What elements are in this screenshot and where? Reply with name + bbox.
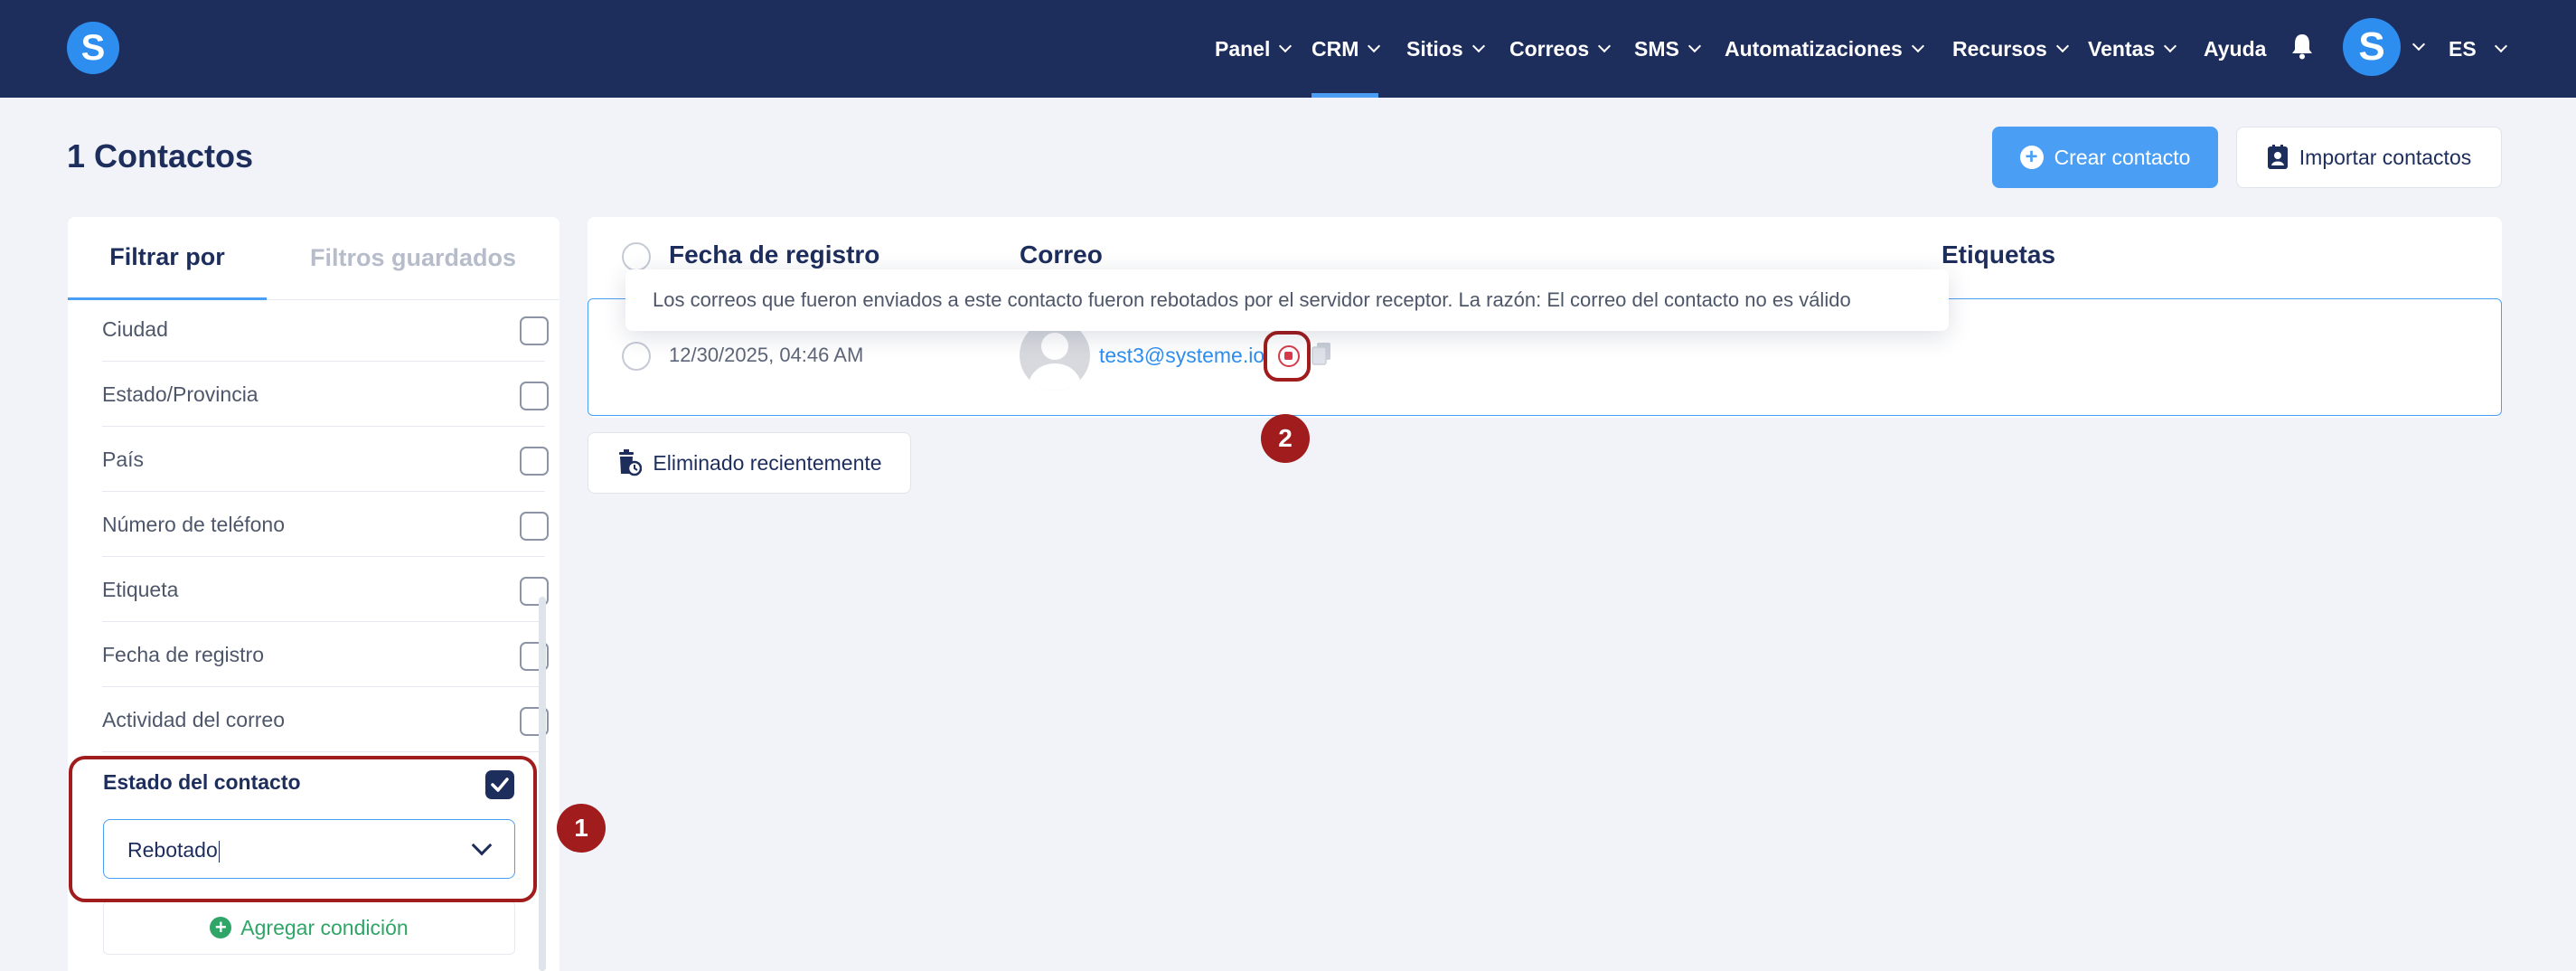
language-label: ES	[2449, 36, 2477, 61]
nav-item-recursos[interactable]: Recursos	[1952, 0, 2069, 98]
chevron-down-icon	[1279, 39, 1293, 53]
plus-circle-icon: +	[210, 917, 232, 938]
chevron-down-icon	[1471, 39, 1485, 53]
filter-checkbox[interactable]	[520, 512, 549, 541]
nav-item-label: SMS	[1634, 36, 1679, 61]
copy-icon[interactable]	[1311, 342, 1332, 367]
nav-item-label: Panel	[1215, 36, 1271, 61]
annotation-marker-2: 2	[1261, 414, 1310, 463]
row-registration-date: 12/30/2025, 04:46 AM	[669, 344, 864, 366]
filter-row-pais: País	[102, 427, 549, 492]
chevron-down-icon	[1911, 39, 1924, 53]
nav-item-panel[interactable]: Panel	[1215, 0, 1293, 98]
nav-item-label: CRM	[1312, 36, 1359, 61]
tab-filter-by[interactable]: Filtrar por	[68, 217, 267, 300]
row-email-link[interactable]: test3@systeme.io	[1099, 344, 1264, 368]
chevron-down-icon	[1688, 39, 1701, 53]
nav-item-label: Sitios	[1406, 36, 1463, 61]
tab-saved-filters[interactable]: Filtros guardados	[267, 217, 559, 300]
nav-item-label: Ventas	[2088, 36, 2156, 61]
column-header-tags[interactable]: Etiquetas	[1941, 240, 2055, 269]
nav-item-sitios[interactable]: Sitios	[1406, 0, 1485, 98]
filter-label: Estado/Provincia	[102, 382, 259, 406]
annotation-highlight-2	[1264, 331, 1311, 382]
column-header-date[interactable]: Fecha de registro	[669, 240, 879, 269]
language-selector[interactable]: ES	[2449, 0, 2507, 98]
filter-row-telefono: Número de teléfono	[102, 492, 549, 557]
top-navigation-bar: S Panel CRM Sitios Correos SMS Automatiz…	[0, 0, 2576, 98]
filter-label: Fecha de registro	[102, 643, 264, 666]
nav-item-sms[interactable]: SMS	[1634, 0, 1701, 98]
recently-deleted-label: Eliminado recientemente	[653, 450, 882, 475]
column-header-email[interactable]: Correo	[1020, 240, 1103, 269]
nav-item-label: Recursos	[1952, 36, 2047, 61]
filter-checkbox[interactable]	[520, 382, 549, 410]
filter-row-etiqueta: Etiqueta	[102, 557, 549, 622]
nav-item-label: Correos	[1509, 36, 1590, 61]
create-contact-button[interactable]: + Crear contacto	[1992, 127, 2218, 188]
user-avatar[interactable]: S	[2343, 18, 2401, 76]
add-condition-label: Agregar condición	[240, 915, 409, 939]
filter-row-fecha-registro: Fecha de registro	[102, 622, 549, 687]
chevron-down-icon[interactable]	[2411, 37, 2426, 52]
nav-item-label: Automatizaciones	[1725, 36, 1903, 61]
chevron-down-icon	[1368, 39, 1381, 53]
nav-item-correos[interactable]: Correos	[1509, 0, 1612, 98]
nav-item-ventas[interactable]: Ventas	[2088, 0, 2177, 98]
chevron-down-icon	[2055, 39, 2069, 53]
filter-row-actividad-correo: Actividad del correo	[102, 687, 549, 752]
nav-item-crm[interactable]: CRM	[1312, 0, 1381, 98]
chevron-down-icon	[1598, 39, 1612, 53]
nav-item-ayuda[interactable]: Ayuda	[2204, 0, 2266, 98]
add-condition-button[interactable]: + Agregar condición	[103, 900, 515, 955]
annotation-highlight-1	[69, 756, 537, 902]
filter-label: País	[102, 448, 145, 471]
filter-label: Actividad del correo	[102, 708, 285, 731]
bounce-reason-tooltip: Los correos que fueron enviados a este c…	[625, 269, 1949, 331]
filter-scrollbar[interactable]	[539, 597, 546, 971]
filter-label: Ciudad	[102, 317, 168, 341]
bell-icon[interactable]	[2290, 33, 2314, 60]
systeme-logo[interactable]: S	[67, 22, 119, 74]
nav-item-label: Ayuda	[2204, 36, 2267, 61]
import-contacts-button[interactable]: Importar contactos	[2236, 127, 2502, 188]
row-select-radio[interactable]	[622, 342, 651, 371]
filter-row-ciudad: Ciudad	[102, 297, 549, 362]
recently-deleted-button[interactable]: Eliminado recientemente	[588, 432, 911, 494]
trash-clock-icon	[619, 449, 643, 476]
chevron-down-icon	[2164, 39, 2177, 53]
filter-label: Etiqueta	[102, 578, 179, 601]
plus-circle-icon: +	[2019, 146, 2044, 169]
chevron-down-icon	[2494, 39, 2507, 53]
filter-row-estado-provincia: Estado/Provincia	[102, 362, 549, 427]
create-contact-label: Crear contacto	[2054, 145, 2191, 169]
select-all-radio[interactable]	[622, 242, 651, 271]
annotation-marker-1: 1	[557, 804, 606, 853]
page-title: 1 Contactos	[67, 137, 254, 174]
filter-checkbox[interactable]	[520, 316, 549, 345]
filter-label: Número de teléfono	[102, 513, 286, 536]
contact-book-icon	[2267, 145, 2288, 169]
filter-checkbox[interactable]	[520, 447, 549, 476]
nav-item-automatizaciones[interactable]: Automatizaciones	[1725, 0, 1924, 98]
import-contacts-label: Importar contactos	[2299, 145, 2472, 169]
